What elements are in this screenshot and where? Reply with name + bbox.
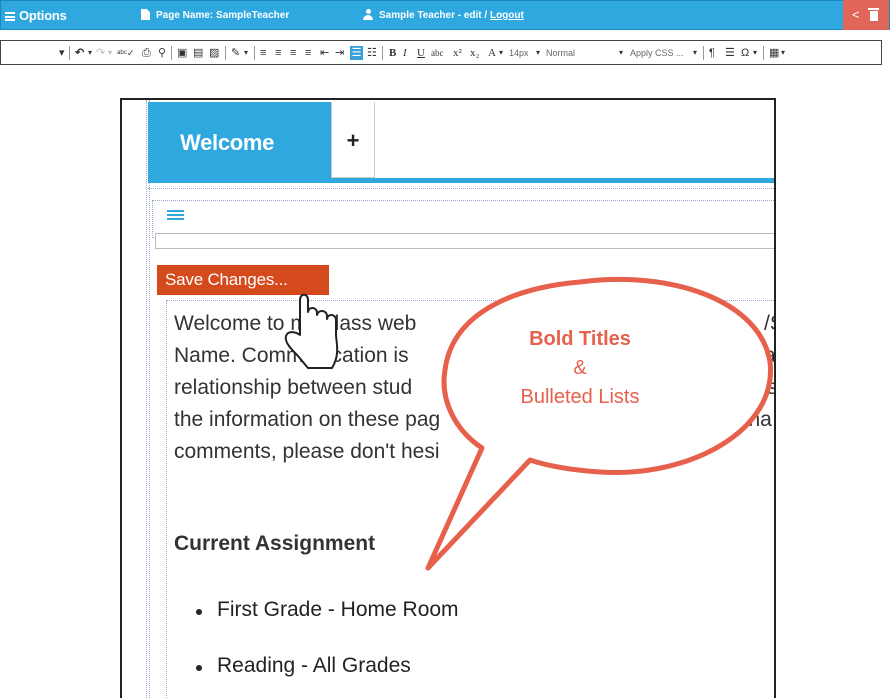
hand-cursor-icon xyxy=(284,293,339,369)
